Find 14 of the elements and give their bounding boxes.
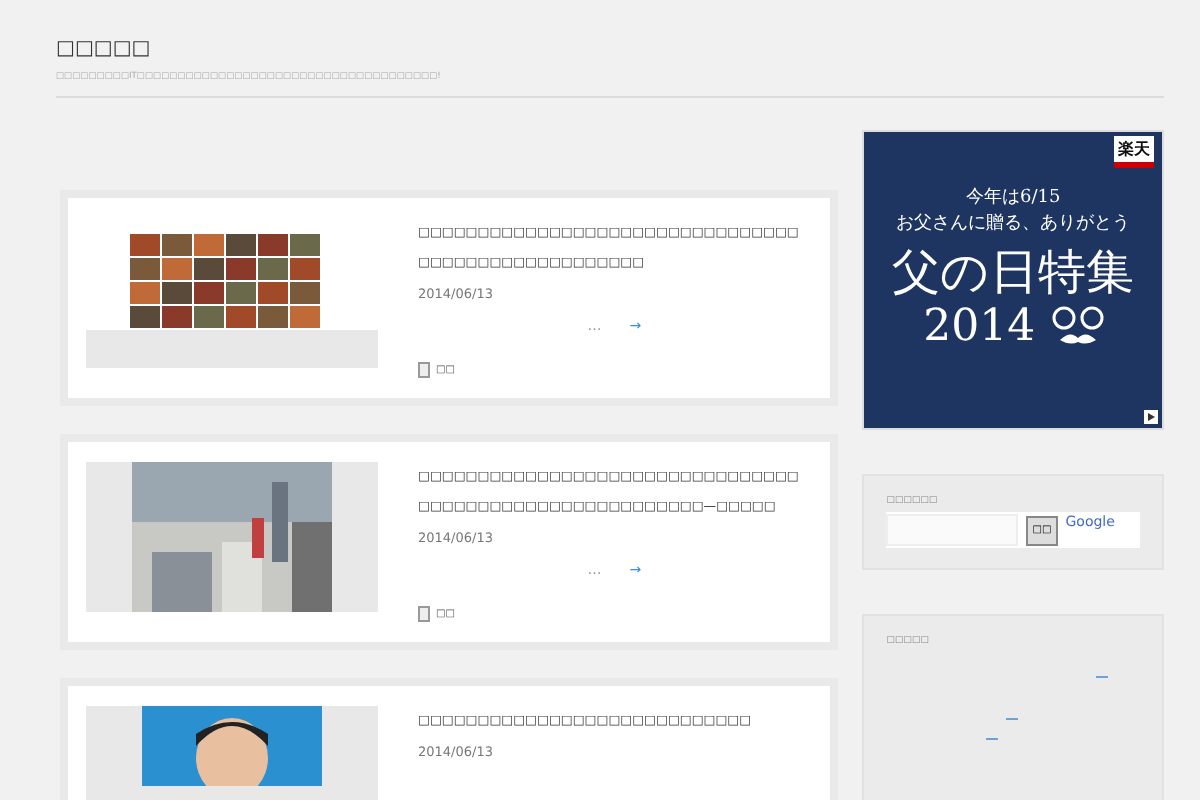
folder-icon bbox=[418, 606, 430, 622]
link-underline[interactable] bbox=[1006, 718, 1019, 720]
banner-headline: 父の日特集 bbox=[892, 242, 1135, 302]
link-underline[interactable] bbox=[986, 738, 999, 740]
banner-text: お父さんに贈る、ありがとう bbox=[896, 212, 1131, 238]
play-icon[interactable] bbox=[1144, 410, 1158, 424]
banner-text: 今年は6/15 bbox=[966, 186, 1061, 212]
brand-logo: 楽天 bbox=[1114, 136, 1154, 168]
folder-icon bbox=[418, 362, 430, 378]
site-title[interactable]: □□□□□ bbox=[56, 32, 1164, 68]
glasses-mustache-drawing bbox=[1051, 306, 1104, 350]
banner-year: 2014 bbox=[923, 302, 1036, 354]
advertisement-banner[interactable]: 楽天 今年は6/15 お父さんに贈る、ありがとう 父の日特集 2014 bbox=[862, 130, 1164, 430]
link-underline[interactable] bbox=[1096, 676, 1109, 678]
